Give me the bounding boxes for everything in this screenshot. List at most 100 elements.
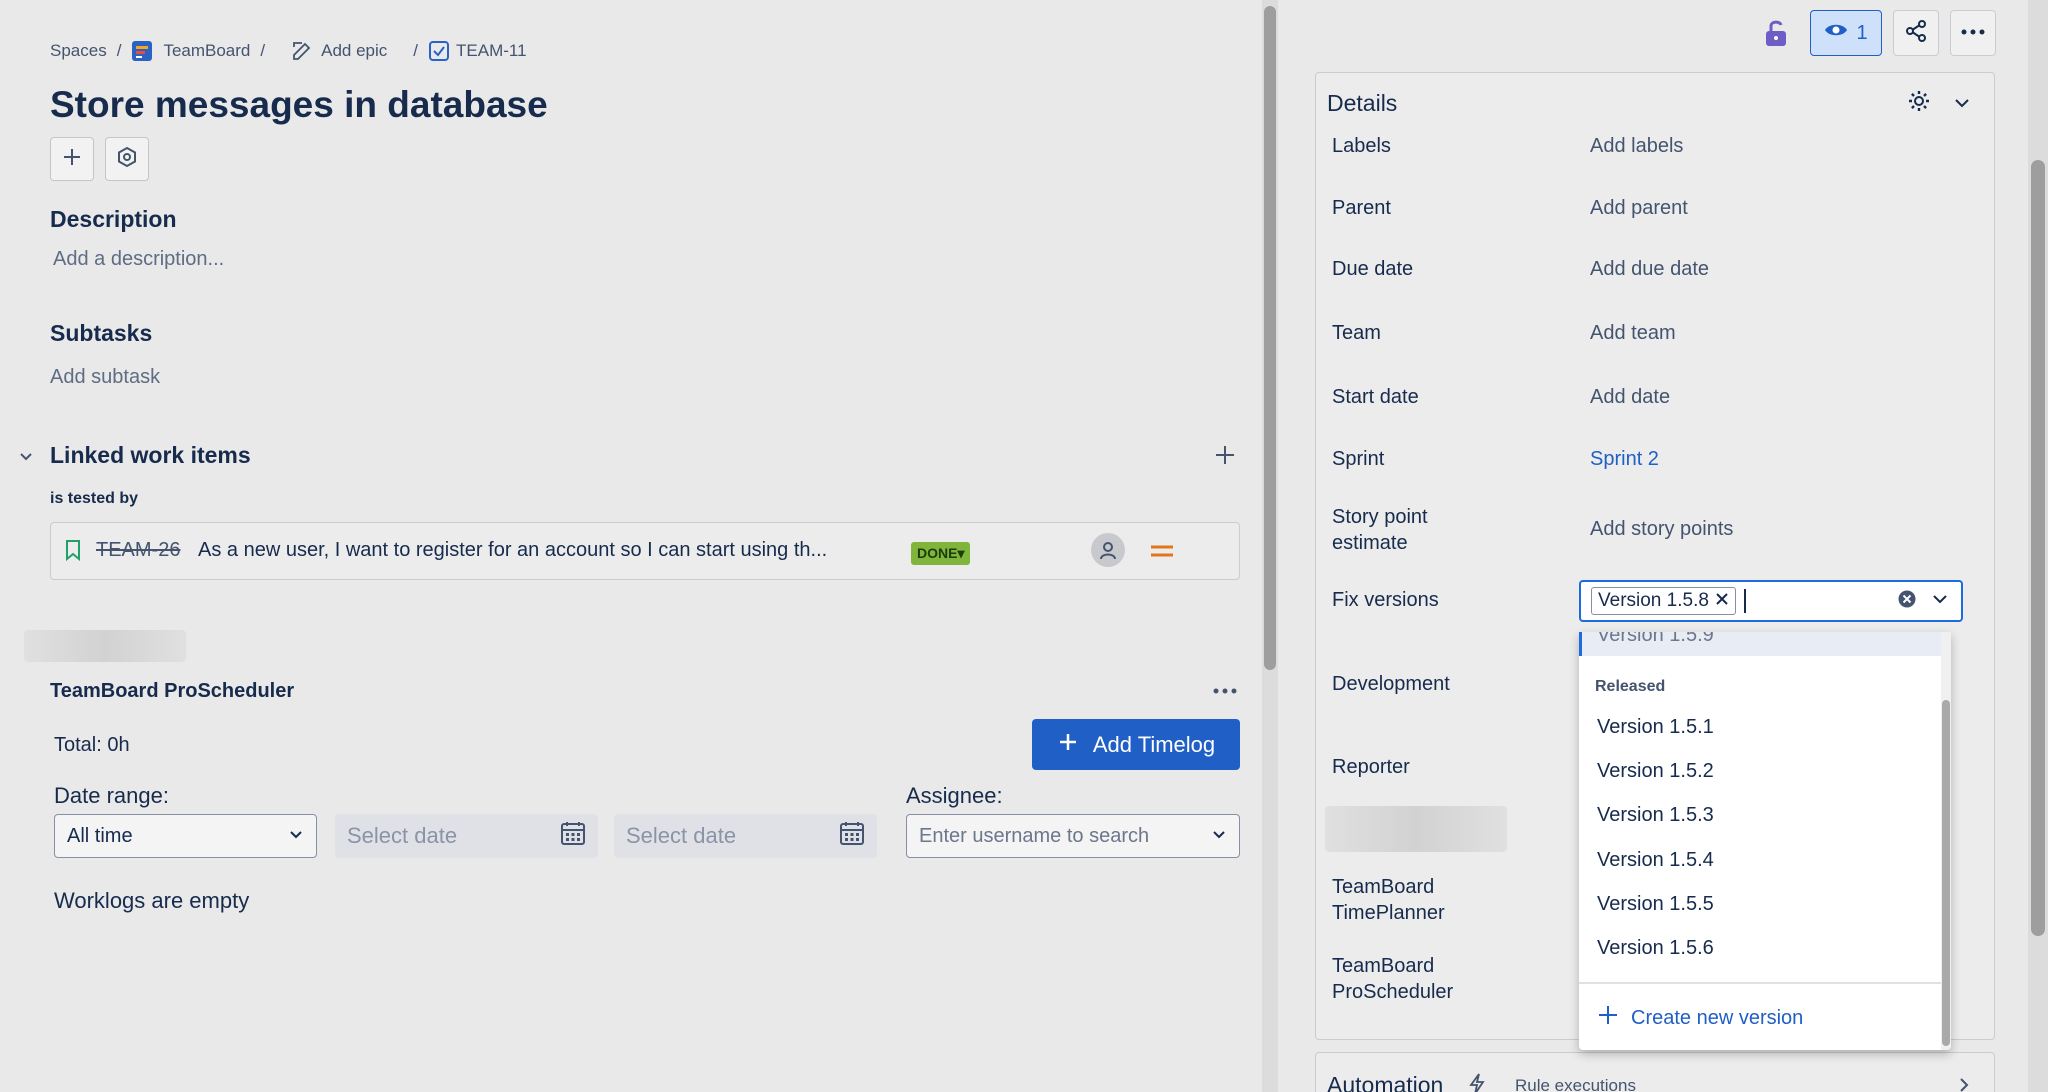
details-heading[interactable]: Details	[1327, 90, 1397, 117]
dropdown-option[interactable]: Version 1.5.4	[1597, 849, 1714, 872]
watch-count: 1	[1856, 21, 1868, 44]
assignee-label: Assignee:	[906, 783, 1003, 808]
sidebar-scrollbar-thumb[interactable]	[2031, 160, 2045, 936]
worklogs-empty-text: Worklogs are empty	[54, 888, 250, 913]
page-title[interactable]: Store messages in database	[50, 84, 548, 126]
add-start-date-value[interactable]: Add date	[1590, 386, 1670, 409]
breadcrumb-issue-key[interactable]: TEAM-11	[456, 41, 527, 61]
add-story-points-value[interactable]: Add story points	[1590, 518, 1733, 541]
plus-icon	[1213, 446, 1237, 471]
scheduler-total: Total: 0h	[54, 734, 130, 756]
chevron-down-icon[interactable]	[1953, 94, 1971, 117]
create-version-button[interactable]: Create new version	[1597, 1004, 1803, 1032]
add-team-value[interactable]: Add team	[1590, 322, 1676, 345]
rule-executions-label[interactable]: Rule executions	[1515, 1076, 1636, 1092]
assignee-placeholder: Enter username to search	[919, 824, 1150, 847]
dropdown-divider	[1579, 982, 1941, 984]
more-icon[interactable]	[1212, 681, 1238, 706]
version-dropdown: Version 1.5.9 Released Version 1.5.1 Ver…	[1579, 632, 1951, 1050]
plus-icon	[1597, 1004, 1619, 1032]
selected-version-label: Version 1.5.8	[1598, 590, 1709, 611]
add-timelog-button[interactable]: Add Timelog	[1032, 719, 1240, 770]
breadcrumb: Spaces / TeamBoard / Add epic / TEAM-11	[50, 40, 527, 62]
dropdown-option[interactable]: Version 1.5.1	[1597, 716, 1714, 739]
field-label-proscheduler: TeamBoard ProScheduler	[1332, 955, 1454, 1003]
date-range-value: All time	[67, 824, 133, 847]
fix-versions-select[interactable]: Version 1.5.8	[1579, 580, 1963, 622]
calendar-icon	[560, 820, 586, 852]
add-link-button[interactable]	[1213, 443, 1237, 472]
automation-heading: Automation	[1327, 1072, 1444, 1092]
remove-tag-icon[interactable]	[1715, 590, 1729, 612]
field-label-story-points: Story point estimate	[1332, 506, 1428, 554]
add-timelog-label: Add Timelog	[1092, 731, 1216, 757]
plus-icon	[61, 146, 83, 173]
dropdown-group-released: Released	[1595, 678, 1666, 695]
chevron-down-icon[interactable]	[1931, 590, 1949, 613]
priority-medium-icon	[1150, 543, 1174, 564]
field-label-due-date: Due date	[1332, 258, 1414, 280]
add-subtask-link[interactable]: Add subtask	[50, 366, 160, 389]
calendar-icon	[839, 820, 865, 852]
assignee-search-input[interactable]: Enter username to search	[906, 814, 1240, 858]
add-due-date-value[interactable]: Add due date	[1590, 258, 1709, 281]
chevron-down-icon[interactable]	[16, 446, 36, 471]
task-checkbox-icon	[428, 40, 450, 62]
linked-item-key[interactable]: TEAM-26	[96, 539, 180, 562]
dropdown-option-partial[interactable]: Version 1.5.9	[1597, 632, 1714, 647]
gear-icon[interactable]	[1907, 89, 1931, 118]
date-range-label: Date range:	[54, 783, 169, 808]
clear-icon[interactable]	[1897, 589, 1917, 614]
field-label-development: Development	[1332, 673, 1450, 695]
share-icon	[1905, 19, 1927, 47]
loading-skeleton	[24, 630, 186, 662]
field-label-start-date: Start date	[1332, 386, 1419, 408]
share-button[interactable]	[1893, 10, 1939, 56]
breadcrumb-add-epic[interactable]: Add epic	[321, 41, 387, 61]
end-date-placeholder: Select date	[626, 823, 737, 848]
issue-main-pane: Spaces / TeamBoard / Add epic / TEAM-11 …	[0, 0, 1262, 1092]
chevron-down-icon	[1211, 825, 1227, 848]
create-version-label: Create new version	[1631, 1006, 1804, 1029]
unlock-icon[interactable]	[1763, 18, 1789, 53]
start-date-input[interactable]: Select date	[335, 814, 598, 858]
date-range-select[interactable]: All time	[54, 814, 317, 858]
pencil-icon	[291, 40, 313, 62]
end-date-input[interactable]: Select date	[614, 814, 877, 858]
linked-item-summary[interactable]: As a new user, I want to register for an…	[198, 539, 827, 562]
status-badge[interactable]: DONE▾	[911, 542, 971, 565]
add-button[interactable]	[50, 137, 94, 181]
dropdown-option[interactable]: Version 1.5.3	[1597, 804, 1714, 827]
dropdown-option[interactable]: Version 1.5.6	[1597, 937, 1714, 960]
apps-button[interactable]	[105, 137, 149, 181]
dropdown-scrollbar-thumb[interactable]	[1942, 700, 1950, 1046]
breadcrumb-separator: /	[413, 41, 419, 60]
breadcrumb-spaces[interactable]: Spaces	[50, 41, 107, 61]
field-label-fix-versions: Fix versions	[1332, 589, 1439, 611]
field-label-sprint: Sprint	[1332, 448, 1385, 470]
hexagon-icon	[116, 146, 138, 173]
plus-icon	[1057, 731, 1079, 759]
story-icon	[63, 539, 83, 566]
chevron-right-icon[interactable]	[1956, 1076, 1972, 1092]
selected-version-tag: Version 1.5.8	[1591, 587, 1736, 615]
avatar[interactable]	[1091, 533, 1125, 567]
breadcrumb-separator: /	[260, 41, 266, 60]
start-date-placeholder: Select date	[347, 823, 458, 848]
more-actions-button[interactable]	[1950, 10, 1996, 56]
field-label-timeplanner: TeamBoard TimePlanner	[1332, 876, 1445, 924]
add-labels-value[interactable]: Add labels	[1590, 135, 1683, 158]
linked-item-row[interactable]: TEAM-26 As a new user, I want to registe…	[50, 522, 1240, 580]
field-label-parent: Parent	[1332, 197, 1391, 219]
description-placeholder[interactable]: Add a description...	[53, 248, 224, 271]
breadcrumb-project[interactable]: TeamBoard	[163, 41, 250, 61]
watch-button[interactable]: 1	[1810, 10, 1882, 56]
loading-skeleton	[1325, 806, 1507, 852]
chevron-down-icon	[288, 825, 304, 848]
dropdown-option[interactable]: Version 1.5.2	[1597, 760, 1714, 783]
dropdown-option[interactable]: Version 1.5.5	[1597, 893, 1714, 916]
add-parent-value[interactable]: Add parent	[1590, 197, 1688, 220]
linked-items-heading: Linked work items	[50, 442, 251, 468]
sprint-link[interactable]: Sprint 2	[1590, 448, 1659, 471]
main-scrollbar-thumb[interactable]	[1264, 6, 1276, 670]
